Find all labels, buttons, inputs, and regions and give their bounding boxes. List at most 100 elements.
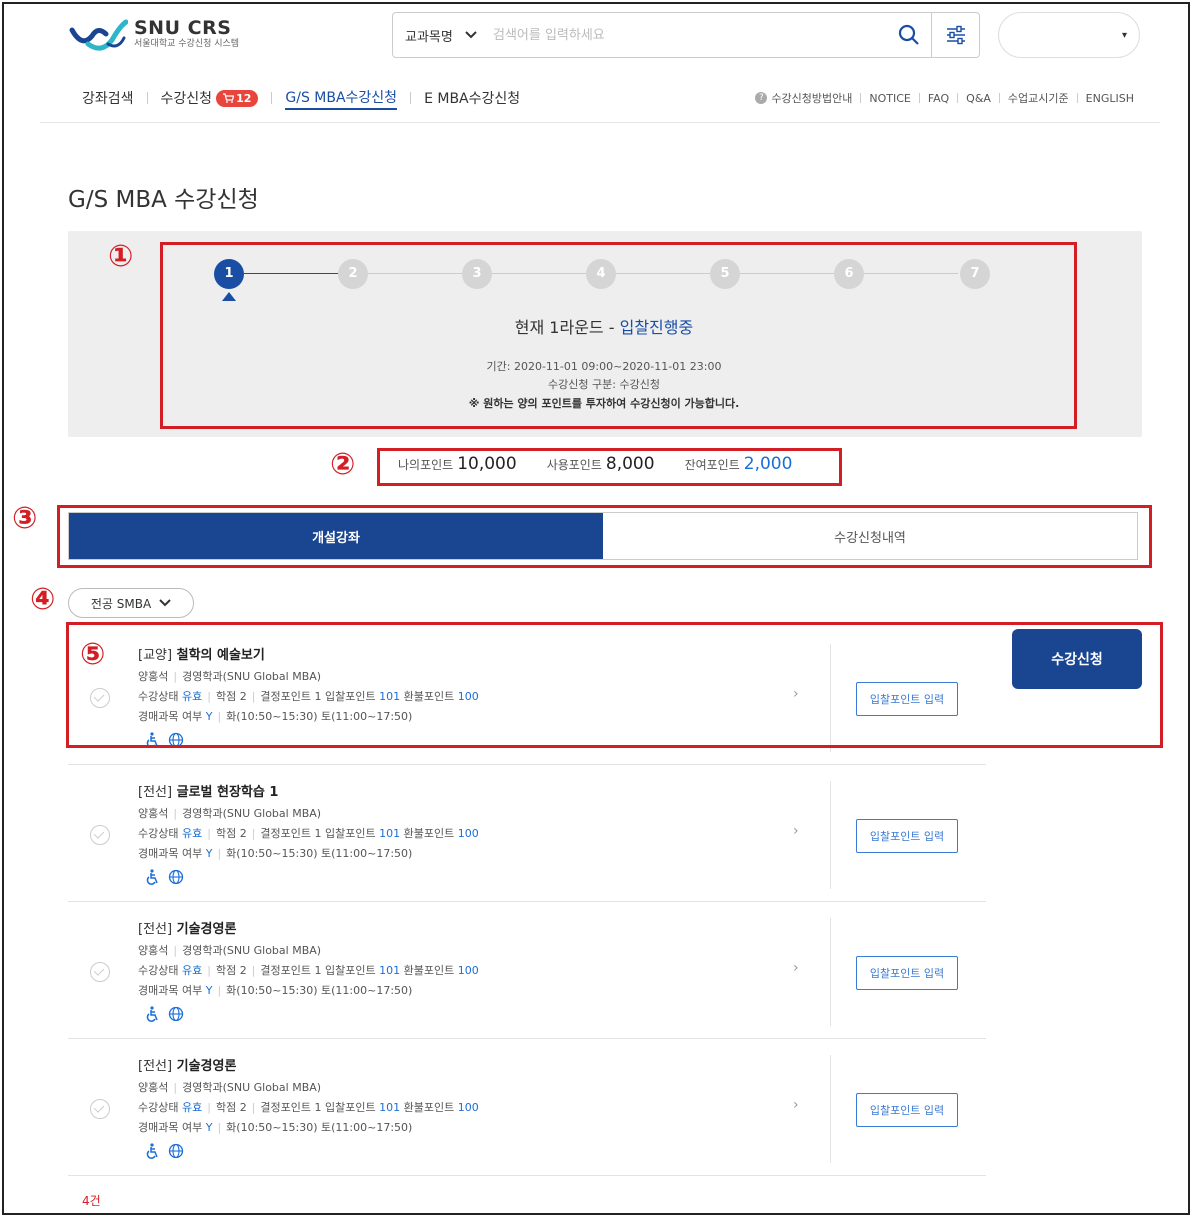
snu-logo-icon <box>69 19 128 51</box>
search-button[interactable] <box>887 13 931 57</box>
refund-label: 환불포인트 <box>403 964 455 977</box>
advanced-filter-button[interactable] <box>931 13 979 57</box>
chevron-right-icon[interactable]: › <box>793 1097 799 1113</box>
chevron-right-icon[interactable]: › <box>793 823 799 839</box>
bid-points-button[interactable]: 입찰포인트 입력 <box>856 956 958 990</box>
search-input[interactable] <box>493 13 887 57</box>
main-nav: 강좌검색 수강신청 12 G/S MBA수강신청 E MBA수강신청 <box>82 86 520 110</box>
course-instructor-line: 양홍석 | 경영학과(SNU Global MBA) <box>138 1081 322 1094</box>
status-value: 유효 <box>181 1101 203 1114</box>
major-filter-select[interactable]: 전공 SMBA <box>68 588 194 618</box>
bid-points-button[interactable]: 입찰포인트 입력 <box>856 1093 958 1127</box>
course-status-line: 수강상태 유효 | 학점 2 | 결정포인트 1 입찰포인트 101 환불포인트 100 <box>138 827 479 840</box>
course-title: [전선] 글로벌 현장학습 1 <box>138 781 278 800</box>
util-notice[interactable]: NOTICE <box>869 92 910 105</box>
nav-label: G/S MBA수강신청 <box>285 90 398 106</box>
course-row[interactable]: [전선] 기술경영론 양홍석 | 경영학과(SNU Global MBA) 수강상태… <box>68 902 986 1039</box>
course-row[interactable]: [전선] 기술경영론 양홍석 | 경영학과(SNU Global MBA) 수강상태… <box>68 1039 986 1176</box>
course-name: 글로벌 현장학습 1 <box>176 785 279 800</box>
logo-subtitle: 서울대학교 수강신청 시스템 <box>134 39 240 49</box>
util-class-period[interactable]: 수업교시기준 <box>1008 90 1069 106</box>
bid-value: 101 <box>379 1101 401 1114</box>
course-decision-points: 결정포인트 1 <box>260 1101 322 1114</box>
nav-enrollment[interactable]: 수강신청 12 <box>161 86 259 110</box>
select-checkbox[interactable] <box>90 962 110 982</box>
course-icons <box>146 1006 184 1022</box>
auction-value: Y <box>205 847 213 860</box>
nav-course-search[interactable]: 강좌검색 <box>82 86 134 110</box>
course-credit: 학점 2 <box>215 1101 247 1114</box>
refund-label: 환불포인트 <box>403 827 455 840</box>
bid-label: 입찰포인트 <box>325 827 376 840</box>
refund-value: 100 <box>457 1101 479 1114</box>
nav-e-mba[interactable]: E MBA수강신청 <box>424 86 520 110</box>
row-divider <box>830 918 831 1026</box>
logo[interactable]: SNU CRS 서울대학교 수강신청 시스템 <box>68 14 239 54</box>
page-title: G/S MBA 수강신청 <box>68 187 259 213</box>
status-label: 수강상태 <box>138 1101 179 1114</box>
bid-value: 101 <box>379 827 401 840</box>
course-decision-points: 결정포인트 1 <box>260 827 322 840</box>
nav-label: 수강신청 <box>160 91 213 107</box>
annotation-box-2 <box>377 448 842 486</box>
util-divider <box>860 93 862 103</box>
nav-gs-mba[interactable]: G/S MBA수강신청 <box>285 86 398 110</box>
globe-icon <box>168 869 184 885</box>
bid-points-button[interactable]: 입찰포인트 입력 <box>856 819 958 853</box>
refund-label: 환불포인트 <box>403 1101 455 1114</box>
bid-label: 입찰포인트 <box>325 1101 376 1114</box>
select-checkbox[interactable] <box>90 1099 110 1119</box>
status-value: 유효 <box>181 964 203 977</box>
search-scope-select[interactable]: 교과목명 <box>393 13 493 57</box>
chevron-down-icon <box>465 31 477 39</box>
caret-down-icon: ▾ <box>1121 29 1127 41</box>
util-divider <box>1076 93 1078 103</box>
status-value: 유효 <box>181 827 203 840</box>
select-checkbox[interactable] <box>90 825 110 845</box>
course-icons <box>146 1143 184 1159</box>
util-divider <box>998 93 1000 103</box>
annotation-number-4: ④ <box>30 582 56 617</box>
search-icon <box>898 24 919 45</box>
result-count: 4건 <box>82 1194 101 1208</box>
course-professor: 양홍석 <box>138 807 169 820</box>
course-credit: 학점 2 <box>215 827 247 840</box>
course-row[interactable]: [전선] 글로벌 현장학습 1 양홍석 | 경영학과(SNU Global MBA)… <box>68 765 986 902</box>
help-icon: ? <box>755 92 768 104</box>
annotation-number-5: ⑤ <box>80 637 106 672</box>
util-qna[interactable]: Q&A <box>966 92 991 105</box>
nav-label: E MBA수강신청 <box>424 91 521 107</box>
annotation-number-1: ① <box>108 239 134 274</box>
course-category: [전선] <box>138 1059 173 1074</box>
nav-divider <box>146 92 148 104</box>
row-divider <box>830 781 831 889</box>
course-decision-points: 결정포인트 1 <box>260 964 322 977</box>
annotation-box-3 <box>57 505 1152 568</box>
accessibility-icon <box>146 869 158 885</box>
util-english[interactable]: ENGLISH <box>1086 92 1134 105</box>
course-name: 기술경영론 <box>176 922 237 937</box>
course-department: 경영학과(SNU Global MBA) <box>182 807 322 820</box>
course-department: 경영학과(SNU Global MBA) <box>182 944 322 957</box>
course-professor: 양홍석 <box>138 1081 169 1094</box>
annotation-number-2: ② <box>330 447 356 482</box>
util-faq[interactable]: FAQ <box>928 92 949 105</box>
auction-label: 경매과목 여부 <box>138 1121 203 1134</box>
auction-value: Y <box>205 1121 213 1134</box>
header-divider <box>40 122 1160 123</box>
auction-value: Y <box>205 984 213 997</box>
util-divider <box>957 93 959 103</box>
bid-value: 101 <box>379 964 401 977</box>
util-guide[interactable]: 수강신청방법안내 <box>771 90 852 106</box>
sliders-icon <box>946 25 965 45</box>
course-department: 경영학과(SNU Global MBA) <box>182 1081 322 1094</box>
util-divider <box>918 93 920 103</box>
course-title: [전선] 기술경영론 <box>138 918 236 937</box>
user-select[interactable]: ▾ <box>998 12 1140 58</box>
utility-links: ? 수강신청방법안내 NOTICE FAQ Q&A 수업교시기준 ENGLISH <box>755 90 1134 106</box>
chevron-right-icon[interactable]: › <box>793 960 799 976</box>
refund-value: 100 <box>457 964 479 977</box>
cart-icon <box>223 93 235 103</box>
course-time-line: 경매과목 여부 Y | 화(10:50~15:30) 토(11:00~17:50) <box>138 1121 413 1134</box>
course-time: 화(10:50~15:30) 토(11:00~17:50) <box>226 847 413 860</box>
